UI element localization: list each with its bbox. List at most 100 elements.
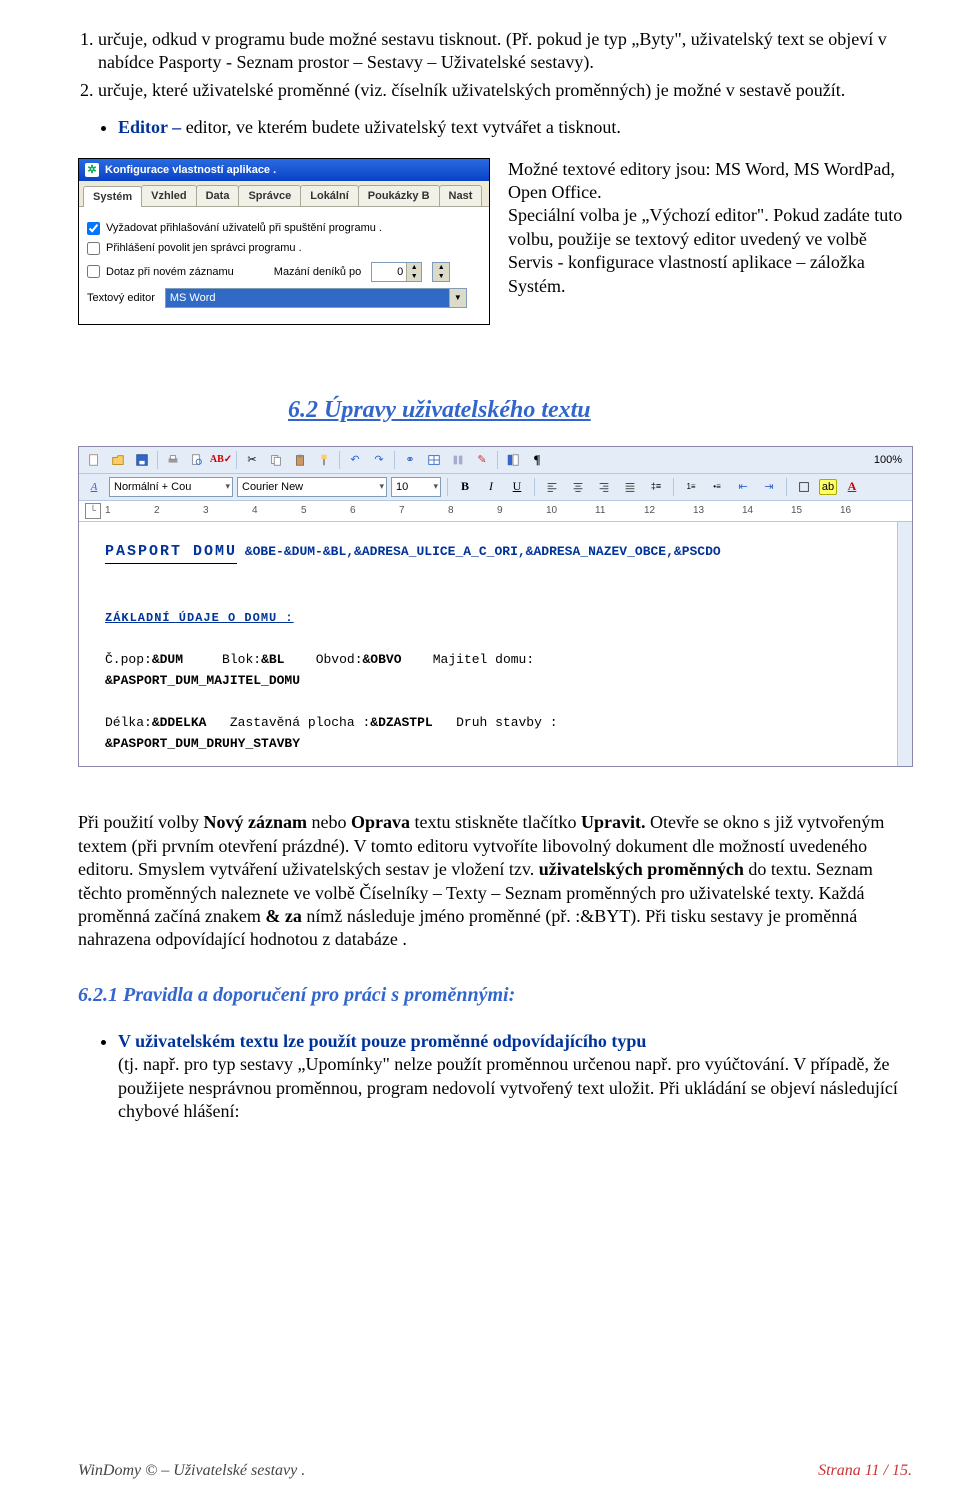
font-color-icon[interactable]: A (841, 476, 863, 498)
tab-strip: Systém Vzhled Data Správce Lokální Pouká… (79, 181, 489, 207)
checkbox-row[interactable]: Vyžadovat přihlašování uživatelů při spu… (87, 221, 481, 235)
secondary-spinner[interactable]: ▲▼ (432, 262, 450, 282)
tab-selector-icon[interactable]: └ (85, 503, 101, 519)
rule-highlight: V uživatelském textu lze použít pouze pr… (118, 1030, 912, 1053)
paste-icon[interactable] (289, 449, 311, 471)
document-area[interactable]: PASPORT DOMU &OBE-&DUM-&BL,&ADRESA_ULICE… (79, 522, 912, 767)
redo-icon[interactable]: ↷ (368, 449, 390, 471)
link-icon[interactable]: ⚭ (399, 449, 421, 471)
toolbar-1: AB✓ ✂ ↶ ↷ ⚭ ✎ ¶ 100% (79, 447, 912, 474)
checkbox-row[interactable]: Přihlášení povolit jen správci programu … (87, 241, 481, 255)
bold-icon[interactable]: B (454, 476, 476, 498)
spin-up-icon[interactable]: ▲ (433, 263, 449, 272)
format-painter-icon[interactable] (313, 449, 335, 471)
heading-6-2: 6.2 Úpravy uživatelského textu (288, 395, 912, 426)
editor-combo-label: Textový editor (87, 291, 155, 305)
dialog-titlebar: ✲ Konfigurace vlastností aplikace . (79, 159, 489, 181)
gear-icon: ✲ (85, 163, 99, 177)
editor-combo-value: MS Word (166, 289, 449, 307)
doc-var: &BL (261, 652, 284, 667)
align-center-icon[interactable] (567, 476, 589, 498)
ruler-tick: 14 (742, 504, 791, 517)
columns-icon[interactable] (447, 449, 469, 471)
doc-subtitle: ZÁKLADNÍ ÚDAJE O DOMU : (105, 611, 294, 625)
doc-text: Druh stavby : (456, 715, 557, 730)
save-icon[interactable] (131, 449, 153, 471)
tab-poukazky[interactable]: Poukázky B (358, 185, 440, 206)
checkbox-row[interactable]: Dotaz při novém záznamu (87, 265, 234, 279)
doc-var: &DZASTPL (370, 715, 432, 730)
ruler-tick: 8 (448, 504, 497, 517)
tab-spravce[interactable]: Správce (238, 185, 301, 206)
tab-nast[interactable]: Nast (439, 185, 483, 206)
page-footer: WinDomy © – Uživatelské sestavy . Strana… (78, 1461, 912, 1482)
chevron-down-icon[interactable]: ▼ (449, 289, 466, 307)
undo-icon[interactable]: ↶ (344, 449, 366, 471)
tab-lokalni[interactable]: Lokální (300, 185, 359, 206)
borders-icon[interactable] (793, 476, 815, 498)
config-dialog: ✲ Konfigurace vlastností aplikace . Syst… (78, 158, 490, 325)
rules-list: V uživatelském textu lze použít pouze pr… (78, 1030, 912, 1124)
doc-text: Blok: (222, 652, 261, 667)
preview-icon[interactable] (186, 449, 208, 471)
doc-text: Zastavěná plocha : (230, 715, 370, 730)
align-right-icon[interactable] (593, 476, 615, 498)
bullets-icon[interactable]: •≡ (706, 476, 728, 498)
editors-paragraph: Možné textové editory jsou: MS Word, MS … (508, 158, 912, 325)
bullet-list: Editor – editor, ve kterém budete uživat… (78, 116, 912, 139)
list-item: Editor – editor, ve kterém budete uživat… (118, 116, 912, 139)
doc-text: Obvod: (316, 652, 363, 667)
tab-vzhled[interactable]: Vzhled (141, 185, 196, 206)
ruler-tick: 16 (840, 504, 889, 517)
document-map-icon[interactable] (502, 449, 524, 471)
ruler-tick: 10 (546, 504, 595, 517)
italic-icon[interactable]: I (480, 476, 502, 498)
font-combo[interactable]: Courier New (237, 477, 387, 497)
doc-text: Majitel domu: (433, 652, 534, 667)
print-icon[interactable] (162, 449, 184, 471)
spin-down-icon[interactable]: ▼ (433, 272, 449, 281)
ask-new-record-checkbox[interactable] (87, 265, 100, 278)
numbering-icon[interactable]: 1≡ (680, 476, 702, 498)
doc-var: &DUM (152, 652, 183, 667)
days-input[interactable] (372, 263, 406, 281)
styles-icon[interactable]: A (83, 476, 105, 498)
drawing-icon[interactable]: ✎ (471, 449, 493, 471)
tab-data[interactable]: Data (196, 185, 240, 206)
admin-only-checkbox[interactable] (87, 242, 100, 255)
require-login-checkbox[interactable] (87, 222, 100, 235)
spellcheck-icon[interactable]: AB✓ (210, 449, 232, 471)
days-spinner[interactable]: ▲▼ (371, 262, 422, 282)
new-doc-icon[interactable] (83, 449, 105, 471)
editor-label: Editor – (118, 117, 186, 137)
spin-down-icon[interactable]: ▼ (407, 272, 421, 281)
outdent-icon[interactable]: ⇤ (732, 476, 754, 498)
editor-combo[interactable]: MS Word ▼ (165, 288, 467, 308)
tab-system[interactable]: Systém (83, 186, 142, 207)
underline-icon[interactable]: U (506, 476, 528, 498)
highlight-icon[interactable]: ab (819, 479, 837, 495)
doc-var: &PASPORT_DUM_DRUHY_STAVBY (105, 736, 892, 753)
copy-icon[interactable] (265, 449, 287, 471)
open-icon[interactable] (107, 449, 129, 471)
vertical-scrollbar[interactable] (897, 522, 912, 767)
table-icon[interactable] (423, 449, 445, 471)
spin-up-icon[interactable]: ▲ (407, 263, 421, 272)
line-spacing-icon[interactable]: ‡≡ (645, 476, 667, 498)
checkbox-label: Vyžadovat přihlašování uživatelů při spu… (106, 221, 382, 235)
show-paragraph-icon[interactable]: ¶ (526, 449, 548, 471)
rule-follow: (tj. např. pro typ sestavy „Upomínky" ne… (118, 1053, 912, 1123)
doc-text: Č.pop: (105, 652, 152, 667)
indent-icon[interactable]: ⇥ (758, 476, 780, 498)
zoom-value[interactable]: 100% (874, 453, 908, 467)
justify-icon[interactable] (619, 476, 641, 498)
doc-var: &PASPORT_DUM_MAJITEL_DOMU (105, 673, 892, 690)
doc-title-tail: &OBE-&DUM-&BL,&ADRESA_ULICE_A_C_ORI,&ADR… (237, 544, 721, 559)
ruler-tick: 3 (203, 504, 252, 517)
size-combo[interactable]: 10 (391, 477, 441, 497)
ruler-tick: 1 (105, 504, 154, 517)
cut-icon[interactable]: ✂ (241, 449, 263, 471)
ruler-tick: 15 (791, 504, 840, 517)
style-combo[interactable]: Normální + Cou (109, 477, 233, 497)
align-left-icon[interactable] (541, 476, 563, 498)
